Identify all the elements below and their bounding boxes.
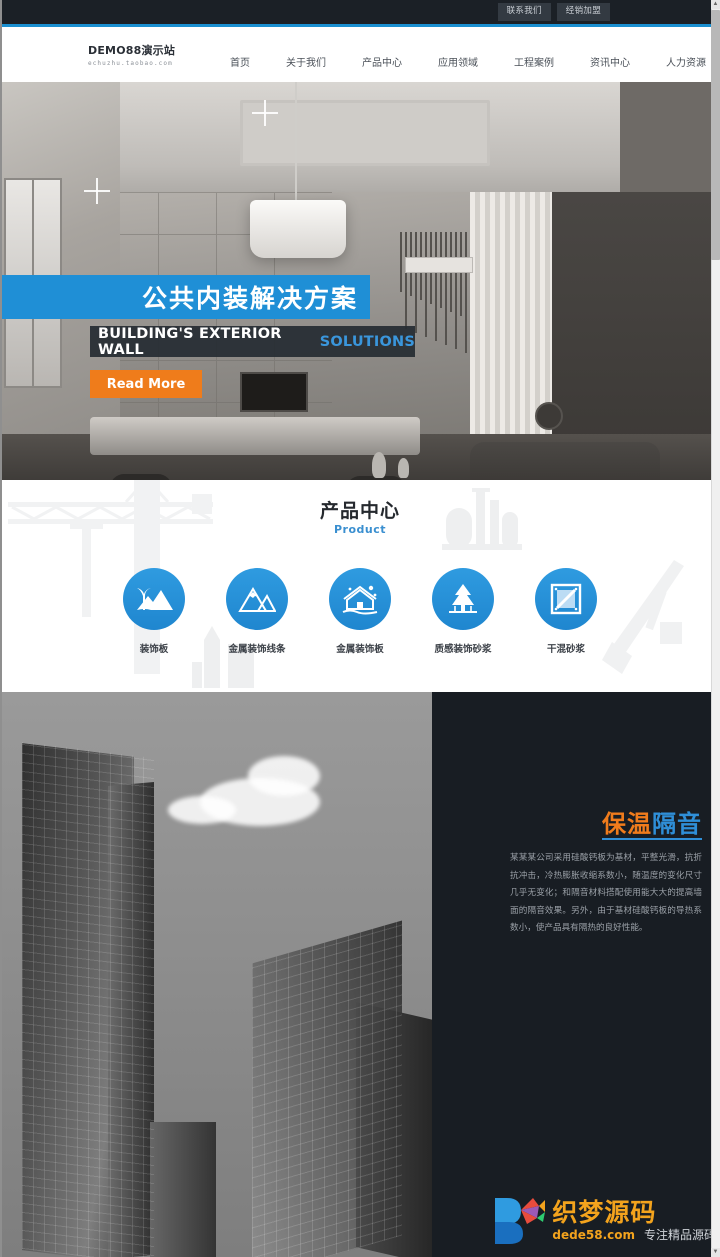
dede-watermark: 织梦源码 dede58.com 专注精品源码 bbox=[491, 1191, 716, 1249]
mountains-outline-icon bbox=[226, 568, 288, 630]
product-list: 装饰板 金属装饰线条 金属装饰板 质感装饰砂浆 干混砂浆 bbox=[120, 568, 600, 655]
product-label: 装饰板 bbox=[139, 644, 169, 655]
product-item-decorative-board[interactable]: 装饰板 bbox=[120, 568, 188, 655]
hero-title-bar: 公共内装解决方案 bbox=[0, 275, 370, 319]
dede-name: 织梦源码 bbox=[552, 1197, 657, 1227]
dealer-join-button[interactable]: 经销加盟 bbox=[556, 3, 610, 21]
nav-item-news[interactable]: 资讯中心 bbox=[572, 54, 648, 69]
hero-subtitle-white: BUILDING'S EXTERIOR WALL bbox=[98, 325, 282, 358]
hero-subtitle-bar: BUILDING'S EXTERIOR WALL SOLUTIONS bbox=[90, 325, 415, 358]
scroll-down-arrow[interactable]: ▼ bbox=[711, 1248, 720, 1257]
product-item-texture-mortar[interactable]: 质感装饰砂浆 bbox=[429, 568, 497, 655]
feature-heading: 保温隔音 bbox=[602, 804, 702, 839]
logo-title: DEMO88演示站 bbox=[88, 44, 176, 57]
feature-body-text: 某某某公司采用硅酸钙板为基材，平整光滑，抗折抗冲击，冷热膨胀收缩系数小，随温度的… bbox=[510, 853, 702, 934]
page-root: 联系我们 经销加盟 DEMO88演示站 echuzhu.taobao.com 首… bbox=[0, 0, 720, 1257]
nav-item-cases[interactable]: 工程案例 bbox=[496, 54, 572, 69]
products-section: 产品中心 Product 装饰板 金属装饰线条 金属装饰板 质感装饰砂浆 干混砂… bbox=[0, 480, 720, 692]
products-subtitle: Product bbox=[333, 523, 387, 536]
dede-url: dede58.com bbox=[552, 1227, 635, 1242]
nav-item-products[interactable]: 产品中心 bbox=[344, 54, 420, 69]
top-utility-bar: 联系我们 经销加盟 bbox=[0, 0, 720, 27]
nav-item-hr[interactable]: 人力资源 bbox=[648, 54, 720, 69]
hero-subtitle-blue: SOLUTIONS bbox=[319, 333, 415, 350]
nav-item-application[interactable]: 应用领域 bbox=[420, 54, 496, 69]
product-label: 干混砂浆 bbox=[546, 644, 585, 655]
product-item-metal-trim[interactable]: 金属装饰线条 bbox=[223, 568, 291, 655]
excavator-silhouette bbox=[602, 560, 684, 674]
feature-heading-blue: 隔音 bbox=[652, 810, 702, 838]
window-frame-icon bbox=[535, 568, 597, 630]
building-mid-small bbox=[150, 1122, 216, 1257]
window-grid-overlay bbox=[22, 741, 154, 1257]
nav-item-home[interactable]: 首页 bbox=[222, 54, 268, 69]
top-utility-buttons: 联系我们 经销加盟 bbox=[497, 3, 720, 21]
feature-underline bbox=[602, 838, 702, 840]
contact-us-button[interactable]: 联系我们 bbox=[497, 3, 551, 21]
hero-banner: 公共内装解决方案 BUILDING'S EXTERIOR WALL SOLUTI… bbox=[0, 82, 720, 480]
site-logo[interactable]: DEMO88演示站 echuzhu.taobao.com bbox=[88, 42, 218, 67]
scrollbar-thumb[interactable] bbox=[711, 10, 720, 260]
feature-heading-orange: 保温 bbox=[602, 810, 652, 838]
pine-tree-icon bbox=[432, 568, 494, 630]
product-label: 金属装饰线条 bbox=[228, 644, 286, 655]
house-snow-icon bbox=[329, 568, 391, 630]
read-more-button[interactable]: Read More bbox=[90, 370, 202, 398]
hero-title-text: 公共内装解决方案 bbox=[141, 284, 358, 313]
dede-logo-icon bbox=[491, 1194, 546, 1246]
dede-slogan: 专注精品源码 bbox=[643, 1227, 716, 1242]
feature-section: 保温隔音 某某某公司采用硅酸钙板为基材，平整光滑，抗折抗冲击，冷热膨胀收缩系数小… bbox=[0, 692, 720, 1257]
product-item-metal-board[interactable]: 金属装饰板 bbox=[326, 568, 394, 655]
vertical-scrollbar[interactable]: ▲ ▼ bbox=[711, 0, 720, 1257]
dede-watermark-text: 织梦源码 dede58.com 专注精品源码 bbox=[552, 1200, 716, 1241]
window-grid-overlay-2 bbox=[252, 920, 402, 1257]
product-label: 质感装饰砂浆 bbox=[434, 644, 492, 655]
scroll-up-arrow[interactable]: ▲ bbox=[711, 0, 720, 9]
palm-mountain-icon bbox=[123, 568, 185, 630]
logo-subtitle: echuzhu.taobao.com bbox=[88, 60, 173, 67]
nav-item-about[interactable]: 关于我们 bbox=[268, 54, 344, 69]
skyscraper-photo bbox=[0, 692, 432, 1257]
feature-text-panel: 保温隔音 某某某公司采用硅酸钙板为基材，平整光滑，抗折抗冲击，冷热膨胀收缩系数小… bbox=[432, 692, 720, 1257]
product-item-dry-mortar[interactable]: 干混砂浆 bbox=[532, 568, 600, 655]
products-title: 产品中心 bbox=[319, 500, 400, 522]
product-label: 金属装饰板 bbox=[336, 644, 384, 655]
main-navigation: 首页 关于我们 产品中心 应用领域 工程案例 资讯中心 人力资源 bbox=[222, 54, 720, 69]
